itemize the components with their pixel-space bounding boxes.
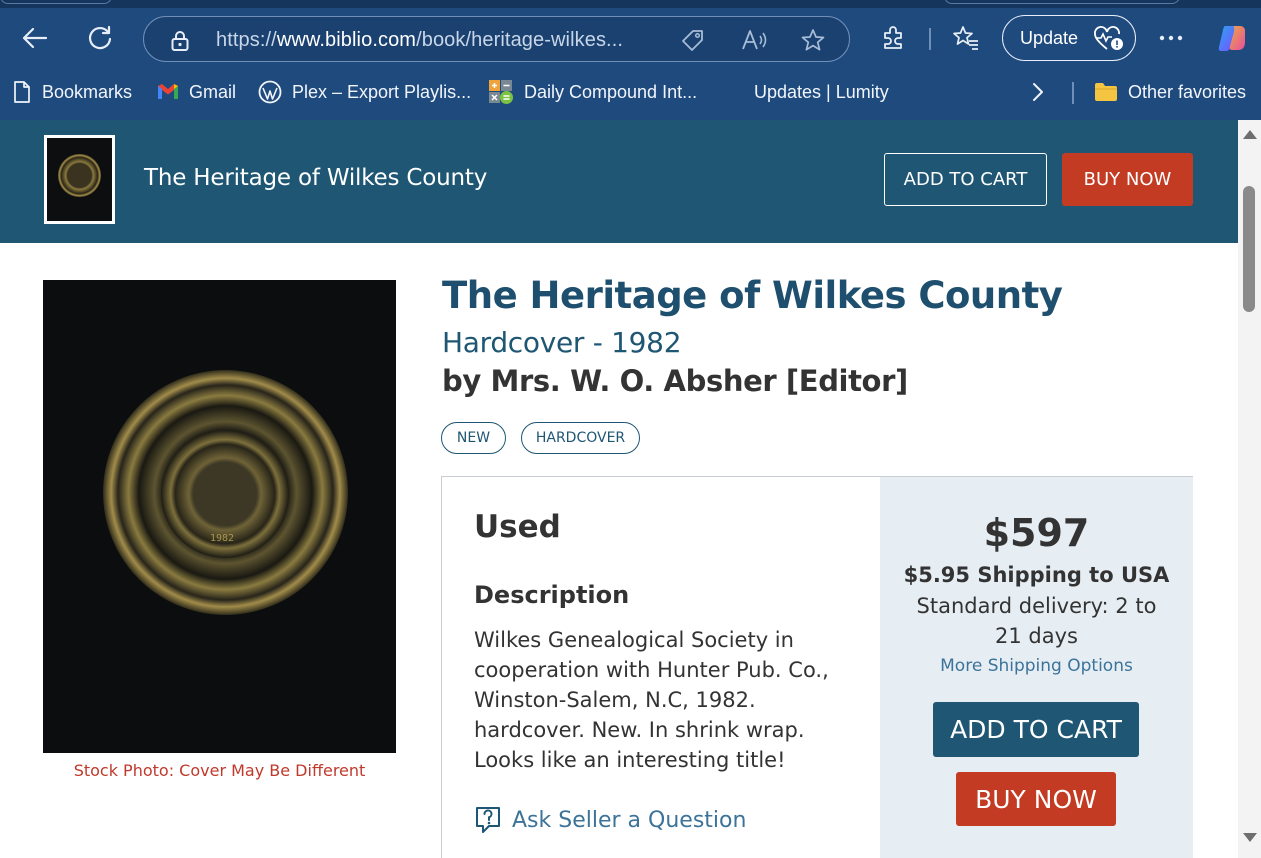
bookmarks-divider: [1072, 82, 1074, 104]
bookmark-label: Gmail: [189, 81, 237, 102]
toolbar-divider: [929, 28, 931, 50]
description-text: Wilkes Genealogical Society in cooperati…: [474, 628, 829, 772]
bookmark-plex[interactable]: Plex – Export Playlis...: [258, 80, 471, 104]
url-path: /book/heritage-wilkes...: [416, 29, 624, 51]
book-thumbnail: [44, 135, 115, 224]
book-format: Hardcover - 1982: [442, 326, 682, 359]
page-icon: [12, 80, 32, 104]
bookmark-bookmarks[interactable]: Bookmarks: [12, 80, 132, 104]
gmail-icon: [157, 83, 179, 101]
description-heading: Description: [474, 581, 630, 609]
bookmark-label: Plex – Export Playlis...: [292, 81, 472, 102]
delivery-estimate: Standard delivery: 2 to 21 days: [916, 594, 1157, 648]
ask-seller-label: Ask Seller a Question: [512, 807, 747, 833]
sticky-buy-now-button[interactable]: BUY NOW: [1062, 153, 1193, 206]
bookmark-lumity[interactable]: Updates | Lumity: [754, 80, 889, 104]
sticky-title: The Heritage of Wilkes County: [144, 165, 488, 191]
ask-seller-link[interactable]: Ask Seller a Question: [474, 805, 746, 835]
cover-caption: Stock Photo: Cover May Be Different: [73, 761, 366, 780]
page-content: The Heritage of Wilkes County ADD TO CAR…: [0, 120, 1238, 858]
browser-toolbar: https://www.biblio.com/book/heritage-wil…: [0, 8, 1261, 68]
update-label: Update: [1020, 28, 1079, 48]
heart-pulse-icon: [1093, 26, 1125, 57]
tag-new[interactable]: NEW: [441, 422, 506, 454]
url-scheme: https://: [216, 29, 277, 51]
price: $597: [983, 511, 1090, 555]
sticky-buy-bar: The Heritage of Wilkes County ADD TO CAR…: [0, 120, 1238, 243]
bookmark-gmail[interactable]: Gmail: [157, 80, 236, 104]
chevron-right-icon[interactable]: [1031, 80, 1045, 104]
bookmark-label: Other favorites: [1128, 81, 1247, 102]
refresh-icon[interactable]: [84, 22, 116, 54]
seal-emblem: [58, 154, 101, 197]
star-icon[interactable]: [800, 28, 826, 57]
page-scrollbar[interactable]: [1238, 120, 1261, 858]
condition-heading: Used: [474, 509, 561, 545]
sticky-add-to-cart-button[interactable]: ADD TO CART: [884, 153, 1047, 206]
url-text[interactable]: https://www.biblio.com/book/heritage-wil…: [216, 29, 623, 52]
scrollbar-thumb[interactable]: [1243, 186, 1255, 312]
bookmark-label: Bookmarks: [42, 81, 133, 102]
book-author: by Mrs. W. O. Absher [Editor]: [442, 364, 908, 398]
bookmark-daily-compound[interactable]: Daily Compound Int...: [488, 80, 697, 104]
browser-chrome: https://www.biblio.com/book/heritage-wil…: [0, 0, 1261, 120]
buy-now-button[interactable]: BUY NOW: [956, 772, 1116, 826]
back-icon[interactable]: [18, 22, 50, 54]
book-cover-image: 1982: [43, 280, 396, 753]
tag-icon[interactable]: [680, 28, 706, 57]
update-button[interactable]: Update: [1002, 15, 1136, 61]
folder-icon: [1094, 82, 1118, 102]
bookmark-label: Daily Compound Int...: [524, 81, 698, 102]
scroll-up-icon[interactable]: [1243, 130, 1257, 139]
tab-strip: [0, 0, 1261, 8]
listing-panel: Used Description Wilkes Genealogical Soc…: [441, 476, 1193, 858]
book-title: The Heritage of Wilkes County: [442, 274, 1063, 317]
copilot-icon[interactable]: [1216, 22, 1248, 54]
tab-active[interactable]: [944, 0, 1180, 4]
shipping-cost: $5.95 Shipping to USA: [903, 563, 1170, 587]
question-bubble-icon: [474, 805, 502, 835]
tab-previous[interactable]: [0, 0, 112, 4]
more-icon[interactable]: [1155, 22, 1187, 54]
bookmark-other-favorites[interactable]: Other favorites: [1094, 80, 1246, 104]
extensions-icon[interactable]: [877, 22, 909, 54]
bookmarks-bar: Bookmarks Gmail Plex – Export Playlis...…: [0, 70, 1261, 114]
add-to-cart-button[interactable]: ADD TO CART: [933, 702, 1139, 757]
favorites-icon[interactable]: [950, 22, 982, 54]
cover-year: 1982: [210, 533, 235, 544]
scroll-down-icon[interactable]: [1243, 833, 1257, 842]
address-bar[interactable]: https://www.biblio.com/book/heritage-wil…: [143, 16, 850, 62]
bookmark-label: Updates | Lumity: [754, 81, 889, 102]
url-host: www.biblio.com: [276, 29, 417, 51]
wordpress-icon: [258, 80, 282, 104]
read-aloud-icon[interactable]: [741, 28, 769, 57]
more-shipping-link[interactable]: More Shipping Options: [880, 656, 1193, 676]
tag-hardcover[interactable]: HARDCOVER: [521, 422, 640, 454]
lock-icon[interactable]: [170, 30, 190, 57]
price-box: $597 $5.95 Shipping to USA Standard deli…: [880, 477, 1193, 858]
calculator-icon: [488, 79, 514, 105]
